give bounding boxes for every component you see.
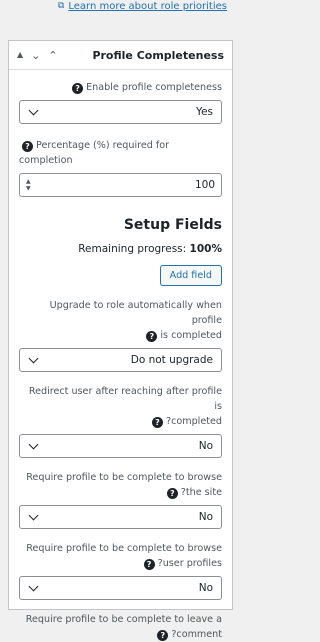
spinner-icon[interactable]: ▲ ▼ [26, 178, 31, 192]
chevron-up-icon[interactable]: ⌃ [48, 50, 57, 61]
help-icon[interactable]: ? [157, 630, 169, 641]
help-icon[interactable]: ? [152, 417, 163, 428]
panel-title: Profile Completeness [92, 48, 224, 62]
chevron-down-icon[interactable]: ⌄ [31, 50, 40, 61]
chevron-down-icon [28, 439, 39, 449]
help-icon[interactable]: ? [22, 141, 33, 152]
help-icon[interactable]: ? [72, 83, 84, 94]
setup-fields-title: Setup Fields [123, 217, 222, 233]
enable-completeness-label: ? Enable profile completeness [19, 80, 222, 95]
help-icon[interactable]: ? [146, 331, 158, 342]
upgrade-role-label: Upgrade to role automatically when profi… [49, 300, 222, 342]
browse-site-label: Require profile to be complete to browse… [26, 472, 222, 499]
browse-site-select[interactable]: No [19, 505, 222, 529]
remaining-progress: Remaining progress: 100% [78, 243, 222, 255]
profile-completeness-panel: ▲ ⌄ ⌃ Profile Completeness ? Enable profi… [8, 40, 233, 641]
enable-completeness-select[interactable]: Yes [19, 100, 222, 124]
redirect-label: Redirect user after reaching after profi… [28, 386, 222, 428]
top-link-row: ⧉ Learn more about role priorities [0, 0, 241, 23]
add-field-button[interactable]: Add field [159, 265, 222, 286]
upgrade-role-select[interactable]: Do not upgrade [19, 348, 222, 372]
help-icon[interactable]: ? [143, 559, 155, 570]
external-link-icon: ⧉ [57, 1, 65, 11]
redirect-select[interactable]: No [19, 434, 222, 458]
chevron-down-icon [28, 510, 39, 520]
collapse-triangle-icon[interactable]: ▲ [17, 51, 23, 59]
panel-header: ▲ ⌄ ⌃ Profile Completeness [9, 41, 232, 70]
percentage-stepper[interactable]: ▲ ▼ 100 [19, 173, 222, 197]
leave-comment-label: Require profile to be complete to leave … [25, 614, 222, 641]
percentage-label: ? Percentage (%) required for completion [19, 140, 170, 166]
chevron-down-icon [28, 105, 39, 115]
browse-profiles-select[interactable]: No [19, 576, 222, 600]
help-icon[interactable]: ? [166, 488, 178, 499]
chevron-down-icon [28, 581, 39, 591]
learn-role-priorities-link[interactable]: Learn more about role priorities [68, 1, 227, 12]
browse-profiles-label: Require profile to be complete to browse… [26, 543, 222, 570]
chevron-down-icon [28, 353, 39, 363]
